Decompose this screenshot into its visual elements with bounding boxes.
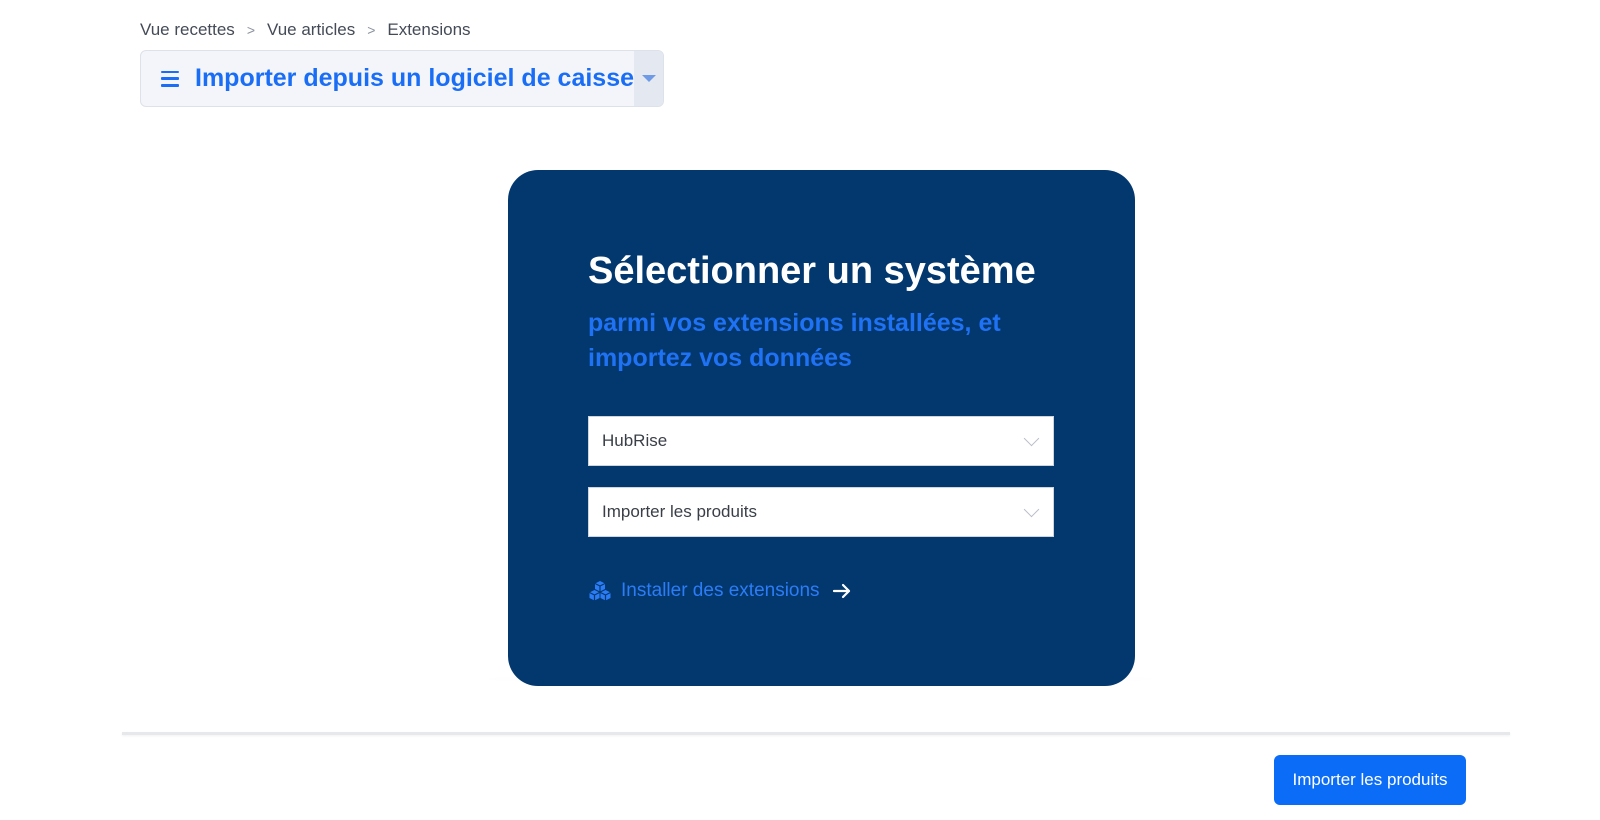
install-extensions-link[interactable]: Installer des extensions xyxy=(588,580,852,602)
system-select-card: Sélectionner un système parmi vos extens… xyxy=(508,170,1135,686)
card-title: Sélectionner un système xyxy=(588,250,1036,292)
chevron-down-icon xyxy=(1023,501,1040,518)
title-dropdown-toggle[interactable] xyxy=(634,51,663,106)
import-products-button[interactable]: Importer les produits xyxy=(1274,755,1466,805)
breadcrumb-item-vue-recettes[interactable]: Vue recettes xyxy=(140,20,235,40)
action-select-value: Importer les produits xyxy=(602,502,757,521)
cubes-icon xyxy=(589,581,611,601)
caret-down-icon xyxy=(641,75,656,82)
page-title-button[interactable]: Importer depuis un logiciel de caisse xyxy=(141,51,634,106)
page-title: Importer depuis un logiciel de caisse xyxy=(195,64,635,92)
install-extensions-label: Installer des extensions xyxy=(621,580,820,601)
page-title-dropdown: Importer depuis un logiciel de caisse xyxy=(140,50,664,107)
system-select[interactable]: HubRise xyxy=(588,416,1054,466)
footer-divider xyxy=(122,732,1510,735)
breadcrumb-item-vue-articles[interactable]: Vue articles xyxy=(267,20,355,40)
system-select-value: HubRise xyxy=(602,431,668,450)
arrow-right-icon xyxy=(832,583,850,599)
breadcrumb-item-extensions[interactable]: Extensions xyxy=(387,20,470,40)
hamburger-icon xyxy=(161,70,179,87)
action-select[interactable]: Importer les produits xyxy=(588,487,1054,537)
breadcrumb-separator: > xyxy=(367,22,376,38)
card-subtitle: parmi vos extensions installées, et impo… xyxy=(588,309,1001,372)
breadcrumb-separator: > xyxy=(246,22,255,38)
breadcrumb: Vue recettes > Vue articles > Extensions xyxy=(140,18,471,42)
chevron-down-icon xyxy=(1023,430,1040,447)
